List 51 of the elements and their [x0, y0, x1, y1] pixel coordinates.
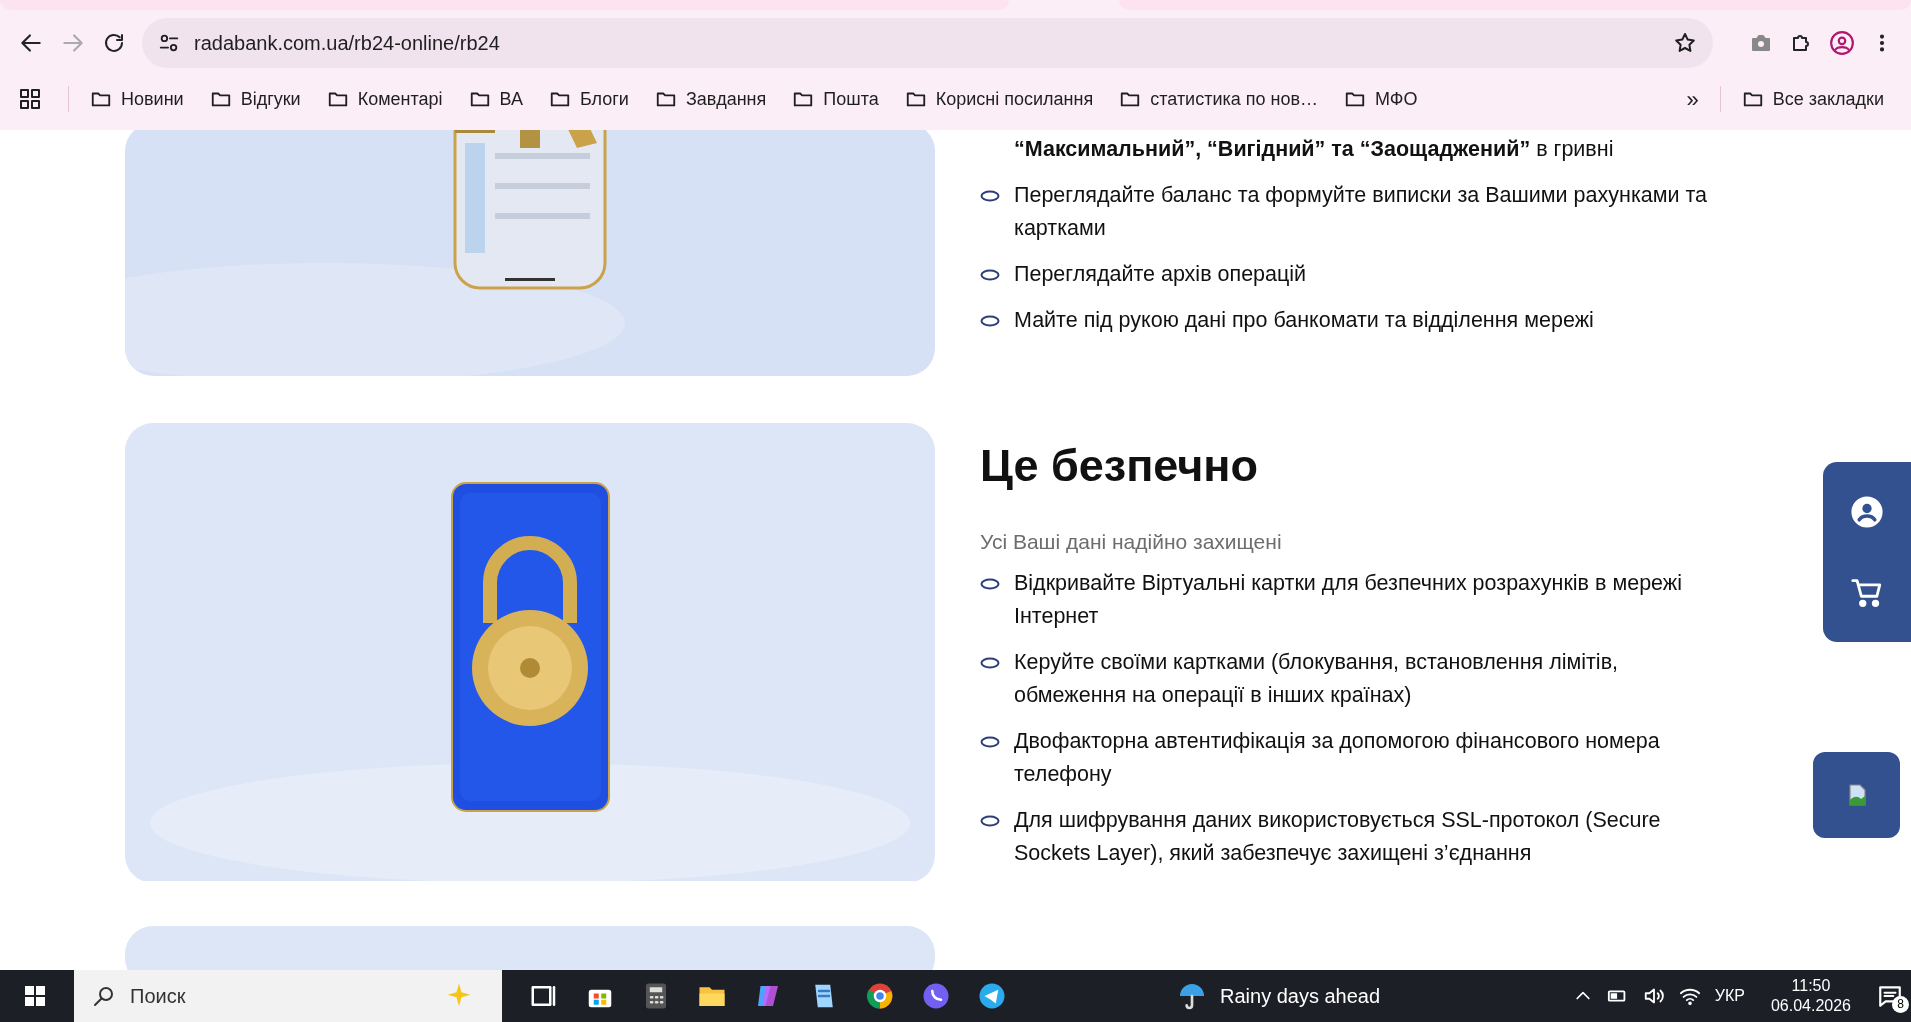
more-bookmarks-button[interactable]: »	[1673, 76, 1712, 122]
address-bar[interactable]: radabank.com.ua/rb24-online/rb24	[142, 18, 1713, 68]
bookmark[interactable]: Пошта	[779, 79, 892, 119]
url-text: radabank.com.ua/rb24-online/rb24	[194, 31, 501, 56]
bookmark[interactable]: Коментарі	[313, 79, 456, 119]
bullet-icon	[980, 657, 1000, 669]
taskbar-search-field[interactable]: Поиск	[74, 970, 502, 1022]
clock-date[interactable]: 06.04.2026	[1770, 996, 1851, 1016]
bullet-icon	[980, 269, 1000, 281]
viber-icon[interactable]	[921, 981, 951, 1011]
list-item-text: Керуйте своїми картками (блокування, встановлення лімітів, обмеження на операції в інших країнах)	[1014, 649, 1620, 709]
telegram-icon[interactable]	[977, 981, 1007, 1011]
windows-start-icon[interactable]	[23, 984, 47, 1008]
search-placeholder: Поиск	[130, 984, 187, 1009]
notification-icon[interactable]	[1877, 983, 1903, 1009]
bullet-icon	[980, 315, 1000, 327]
list-item-text: Двофакторна автентифікація за допомогою фінансового номера телефону	[1014, 728, 1661, 788]
bookmark[interactable]: Завдання	[641, 79, 780, 119]
bookmark[interactable]: Блоги	[535, 79, 642, 119]
bullet-icon	[980, 578, 1000, 590]
star-icon[interactable]	[1673, 31, 1697, 55]
section-subtitle: Усі Ваші дані надійно захищені	[980, 528, 1283, 555]
clock-time[interactable]: 11:50	[1770, 976, 1851, 996]
list-item-text: Переглядайте архів операцій	[1014, 261, 1307, 288]
reload-icon[interactable]	[102, 31, 126, 55]
bookmark[interactable]: статистика по нов…	[1106, 79, 1332, 119]
list-item-text: Відкривайте Віртуальні картки для безпечних розрахунків в мережі Інтернет	[1014, 570, 1683, 630]
browser-icon[interactable]	[865, 981, 895, 1011]
language-indicator[interactable]: УКР	[1714, 984, 1745, 1008]
bookmark[interactable]: Все закладки	[1728, 79, 1897, 119]
list-item-text: Майте під рукою дані про банкомати та відділення мережі	[1014, 307, 1594, 334]
bookmark[interactable]: МФО	[1331, 79, 1431, 119]
list-item-text: Переглядайте баланс та формуйте виписки за Вашими рахунками та картками	[1014, 182, 1709, 242]
section-heading: Це безпечно	[980, 441, 1260, 491]
apps-grid-icon[interactable]	[18, 87, 42, 111]
bullet-icon	[980, 815, 1000, 827]
site-settings-icon[interactable]	[158, 32, 180, 54]
notification-badge: 8	[1892, 996, 1909, 1013]
list-item-text: Для шифрування даних використовується SSL-протокол (Secure Sockets Layer), який забезпечує захищені з’єднання	[1014, 807, 1662, 867]
list-item-text: “Максимальний”, “Вигідний” та “Заощаджений” в гривні	[1014, 136, 1614, 163]
bookmark[interactable]: Новини	[77, 79, 197, 119]
bookmark[interactable]: ВА	[455, 79, 536, 119]
search-icon	[92, 984, 116, 1008]
bullet-icon	[980, 736, 1000, 748]
weather-widget[interactable]: Rainy days ahead	[1170, 970, 1387, 1022]
bullet-icon	[980, 190, 1000, 202]
bookmark[interactable]: Корисні посилання	[891, 79, 1107, 119]
bookmark[interactable]: Відгуки	[196, 79, 314, 119]
profile-icon[interactable]	[1829, 30, 1855, 56]
account-icon[interactable]	[1850, 495, 1884, 529]
floating-button[interactable]	[1813, 752, 1900, 838]
